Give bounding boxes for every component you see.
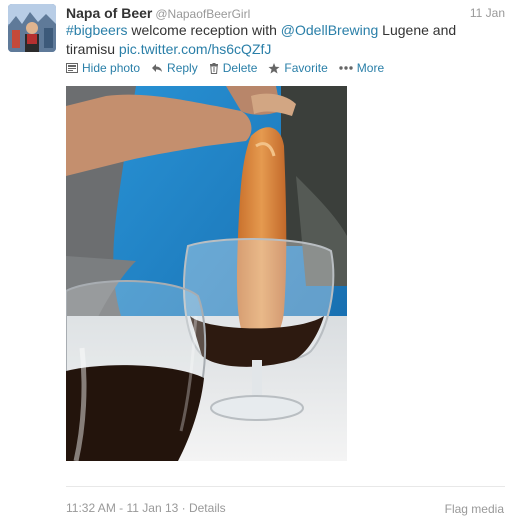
dots-icon [339, 66, 353, 70]
tweet-timestamp: 11:32 AM - 11 Jan 13 · [66, 501, 189, 515]
avatar[interactable] [8, 4, 56, 52]
details-link[interactable]: Details [189, 501, 226, 515]
tweet-text: #bigbeers welcome reception with @OdellB… [66, 21, 486, 59]
hashtag-link[interactable]: #bigbeers [66, 22, 128, 38]
reply-button[interactable]: Reply [151, 61, 198, 75]
tweet-text-part1: welcome reception with [127, 22, 281, 38]
footer-divider [66, 486, 505, 487]
tweet-date[interactable]: 11 Jan [470, 6, 505, 20]
photo-image [66, 86, 347, 461]
favorite-button[interactable]: Favorite [268, 61, 328, 75]
delete-label: Delete [222, 61, 258, 75]
delete-button[interactable]: Delete [209, 61, 258, 75]
author-handle[interactable]: @NapaofBeerGirl [155, 7, 250, 21]
star-icon [268, 62, 280, 74]
hide-photo-button[interactable]: Hide photo [66, 61, 140, 75]
author-name[interactable]: Napa of Beer [66, 5, 152, 21]
photo-url-link[interactable]: pic.twitter.com/hs6cQZfJ [119, 41, 271, 57]
reply-label: Reply [167, 61, 198, 75]
hide-photo-label: Hide photo [82, 61, 141, 75]
tweet-footer: 11:32 AM - 11 Jan 13 · Details [66, 501, 226, 515]
favorite-label: Favorite [284, 61, 328, 75]
reply-icon [151, 63, 163, 73]
more-label: More [356, 61, 385, 75]
photo-icon [66, 63, 78, 73]
flag-media-link[interactable]: Flag media [445, 502, 504, 516]
more-button[interactable]: More [339, 61, 384, 75]
tweet-photo[interactable] [66, 86, 347, 461]
trash-icon [209, 62, 219, 74]
mention-link[interactable]: @OdellBrewing [281, 22, 378, 38]
tweet-actions: Hide photo Reply Delete Favorite More [66, 60, 395, 76]
